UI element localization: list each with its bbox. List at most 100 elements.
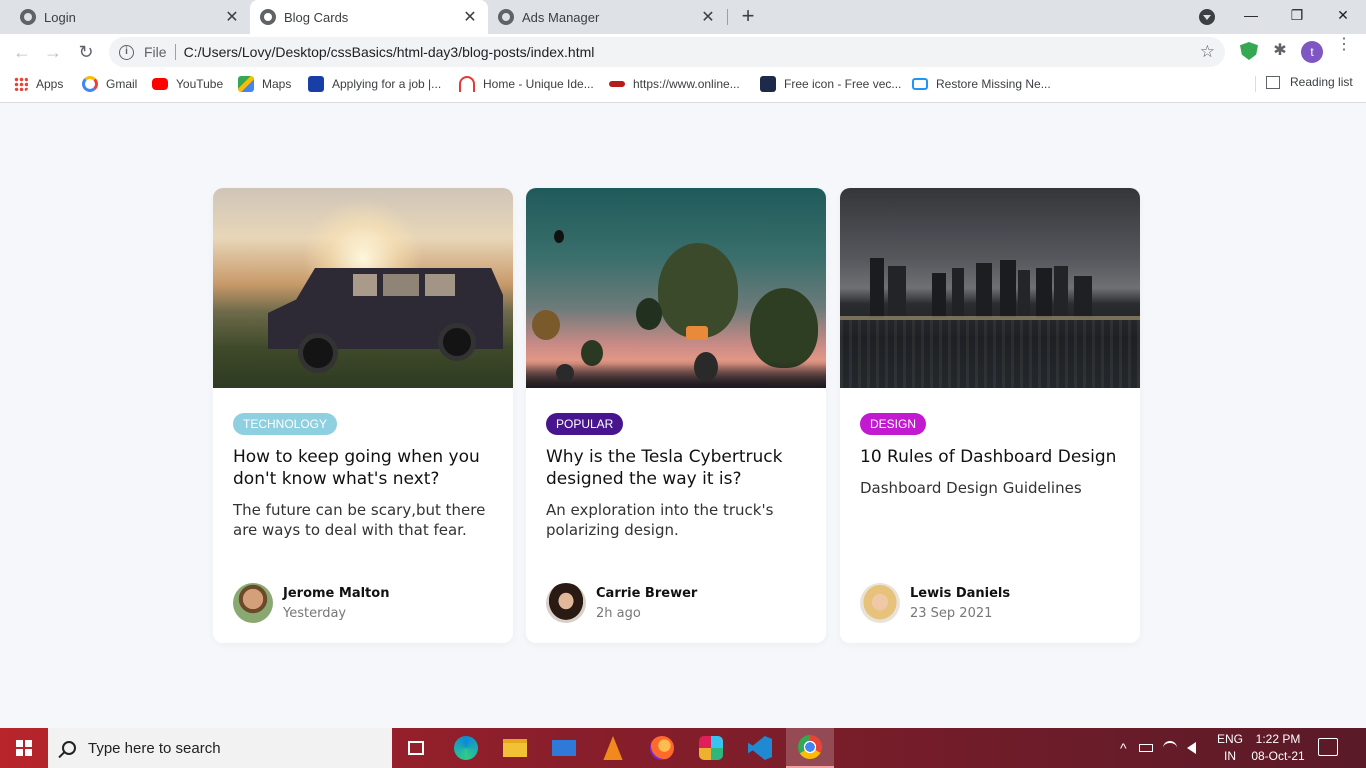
lang-region: IN [1224,749,1236,763]
vlc-icon [603,736,623,760]
card-title[interactable]: How to keep going when you don't know wh… [233,446,493,490]
bookmark-youtube[interactable]: YouTube [152,75,223,93]
bookmark-label: Gmail [106,77,138,91]
card-image-skyline [840,188,1140,388]
apps-grid-icon [14,77,28,91]
post-time: 23 Sep 2021 [910,605,993,621]
back-button[interactable]: ← [10,40,34,64]
nsdl-icon [609,81,625,87]
browser-toolbar: ← → ↻ i File C:/Users/Lovy/Desktop/cssBa… [0,34,1366,70]
bookmark-apps[interactable]: Apps [14,75,63,93]
task-view-button[interactable] [392,728,440,768]
bookmark-restore-missing[interactable]: Restore Missing Ne... [912,75,1051,93]
bookmark-star-icon[interactable]: ☆ [1200,42,1215,62]
info-icon[interactable]: i [119,44,134,60]
category-tag[interactable]: TECHNOLOGY [233,413,338,435]
category-tag[interactable]: DESIGN [860,413,927,435]
google-icon [82,76,98,92]
file-explorer-app[interactable] [491,728,539,768]
tab-title: Ads Manager [522,9,600,25]
language-indicator[interactable]: ENG IN [1212,731,1248,765]
bookmark-maps[interactable]: Maps [238,75,291,93]
monitor-icon [912,78,928,90]
blog-card-technology[interactable]: TECHNOLOGY How to keep going when you do… [213,188,513,643]
post-time: 2h ago [596,605,641,621]
reading-list-icon [1266,75,1280,89]
window-close-button[interactable]: ✕ [1320,0,1366,30]
blog-card-design[interactable]: DESIGN 10 Rules of Dashboard Design Dash… [840,188,1140,643]
author-name: Carrie Brewer [596,585,698,601]
vlc-app[interactable] [589,728,637,768]
bookmark-free-icon[interactable]: Free icon - Free vec... [760,75,901,93]
category-tag[interactable]: POPULAR [546,413,624,435]
chrome-icon [798,735,822,759]
card-image-jeep [213,188,513,388]
card-image-balloons [526,188,826,388]
windows-logo-icon [16,740,32,756]
divider [174,44,176,60]
menu-dots-icon[interactable]: ⋮ [1336,37,1352,53]
card-title[interactable]: 10 Rules of Dashboard Design [860,446,1120,468]
close-icon[interactable]: ✕ [460,7,480,27]
close-icon[interactable]: ✕ [698,7,718,27]
puzzle-extensions-icon[interactable]: ✱ [1271,42,1289,60]
restore-button[interactable]: ❐ [1274,0,1320,30]
clock-date: 08-Oct-21 [1251,749,1305,763]
blog-card-popular[interactable]: POPULAR Why is the Tesla Cybertruck desi… [526,188,826,643]
bookmarks-separator [1255,76,1256,92]
edge-app[interactable] [442,728,490,768]
minimize-button[interactable]: — [1228,0,1274,30]
reading-list-button[interactable]: Reading list [1266,75,1353,89]
bookmark-label: Applying for a job |... [332,77,442,91]
new-tab-button[interactable]: + [737,5,759,29]
card-description: An exploration into the truck's polarizi… [546,501,774,539]
wifi-icon[interactable] [1162,741,1177,755]
bookmark-gmail[interactable]: Gmail [82,75,137,93]
volume-icon[interactable] [1186,742,1196,754]
notifications-icon[interactable] [1318,738,1338,756]
card-title[interactable]: Why is the Tesla Cybertruck designed the… [546,446,806,490]
page-content: TECHNOLOGY How to keep going when you do… [0,103,1366,728]
browser-chrome: Login ✕ Blog Cards ✕ Ads Manager ✕ + — ❐… [0,0,1366,103]
bookmark-home-unique[interactable]: Home - Unique Ide... [459,75,594,93]
mail-icon [552,740,576,756]
profile-avatar[interactable]: t [1301,41,1323,63]
taskbar-clock[interactable]: 1:22 PM 08-Oct-21 [1248,731,1308,765]
tab-ads-manager[interactable]: Ads Manager ✕ [488,0,726,34]
forward-button[interactable]: → [41,40,65,64]
battery-icon[interactable] [1138,744,1153,752]
tray-overflow-icon[interactable]: ^ [1120,740,1127,756]
firefox-app[interactable] [638,728,686,768]
system-tray: ^ [1120,728,1196,768]
start-button[interactable] [0,728,48,768]
shield-extension-icon[interactable] [1240,42,1258,60]
lang-code: ENG [1216,732,1243,746]
url-text[interactable]: C:/Users/Lovy/Desktop/cssBasics/html-day… [184,44,595,60]
tab-search-icon[interactable] [1199,9,1215,25]
address-bar[interactable]: i File C:/Users/Lovy/Desktop/cssBasics/h… [109,37,1225,67]
search-icon [62,741,76,755]
close-icon[interactable]: ✕ [222,7,242,27]
bookmark-applying-for-a-job[interactable]: Applying for a job |... [308,75,441,93]
globe-icon [20,9,36,25]
avatar [233,583,273,623]
wifi-icon [459,76,475,92]
card-author: Jerome Malton Yesterday [233,583,389,623]
bookmark-label: Free icon - Free vec... [784,77,902,91]
tab-bar: Login ✕ Blog Cards ✕ Ads Manager ✕ + — ❐… [0,0,1366,34]
bookmarks-bar: Apps Gmail YouTube Maps Applying for a j… [0,70,1366,98]
card-author: Lewis Daniels 23 Sep 2021 [860,583,1010,623]
reload-button[interactable]: ↻ [74,40,98,64]
tab-login[interactable]: Login ✕ [0,0,250,34]
taskbar-search[interactable]: Type here to search [48,728,392,768]
chrome-app[interactable] [786,728,834,768]
reading-list-label: Reading list [1290,75,1353,89]
bookmark-nsdl[interactable]: https://www.online... [609,75,740,93]
vscode-app[interactable] [736,728,784,768]
bookmark-label: YouTube [176,77,224,91]
mail-app[interactable] [540,728,588,768]
tab-blog-cards[interactable]: Blog Cards ✕ [250,0,488,34]
globe-icon [260,9,276,25]
search-placeholder: Type here to search [88,739,221,757]
slack-app[interactable] [687,728,735,768]
